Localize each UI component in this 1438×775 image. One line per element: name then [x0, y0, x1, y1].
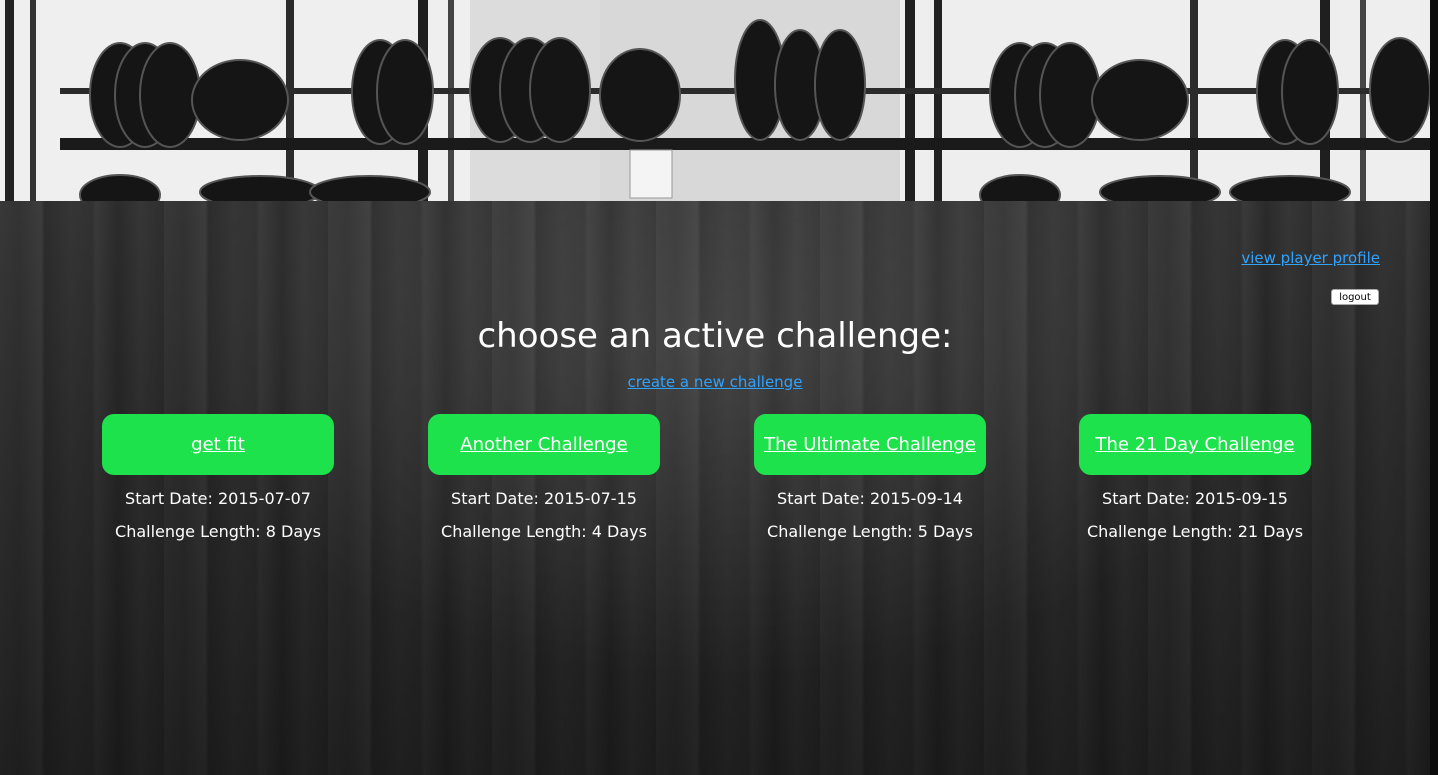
page-title: choose an active challenge:	[477, 316, 953, 356]
challenge-length-value: 8 Days	[265, 522, 321, 541]
start-date-row: Start Date: 2015-09-15	[1079, 489, 1311, 508]
challenge-length-value: 5 Days	[917, 522, 973, 541]
start-date-label: Start Date:	[1102, 489, 1190, 508]
start-date-label: Start Date:	[125, 489, 213, 508]
challenge-length-value: 4 Days	[591, 522, 647, 541]
start-date-label: Start Date:	[451, 489, 539, 508]
page-edge	[1430, 0, 1438, 775]
challenge-card: get fit Start Date: 2015-07-07 Challenge…	[102, 414, 334, 541]
challenge-length-row: Challenge Length: 8 Days	[102, 522, 334, 541]
view-player-profile-link[interactable]: view player profile	[1241, 249, 1380, 267]
challenge-length-label: Challenge Length:	[441, 522, 587, 541]
create-new-challenge-link[interactable]: create a new challenge	[628, 373, 803, 391]
create-link-row: create a new challenge	[0, 373, 1430, 391]
start-date-label: Start Date:	[777, 489, 865, 508]
challenge-button[interactable]: Another Challenge	[428, 414, 660, 475]
challenge-length-value: 21 Days	[1237, 522, 1304, 541]
page: view player profile logout choose an act…	[0, 0, 1438, 775]
start-date-row: Start Date: 2015-07-15	[428, 489, 660, 508]
challenge-length-label: Challenge Length:	[115, 522, 261, 541]
challenge-length-label: Challenge Length:	[1086, 522, 1233, 541]
start-date-value: 2015-07-07	[217, 489, 311, 508]
hero-banner-image	[0, 0, 1438, 201]
challenge-card: The Ultimate Challenge Start Date: 2015-…	[754, 414, 986, 541]
challenge-card: The 21 Day Challenge Start Date: 2015-09…	[1079, 414, 1311, 541]
challenge-length-row: Challenge Length: 21 Days	[1079, 522, 1311, 541]
start-date-value: 2015-07-15	[543, 489, 637, 508]
start-date-value: 2015-09-14	[869, 489, 963, 508]
start-date-row: Start Date: 2015-09-14	[754, 489, 986, 508]
logout-button[interactable]: logout	[1331, 289, 1379, 305]
challenge-length-row: Challenge Length: 4 Days	[428, 522, 660, 541]
challenge-card: Another Challenge Start Date: 2015-07-15…	[428, 414, 660, 541]
start-date-value: 2015-09-15	[1194, 489, 1288, 508]
start-date-row: Start Date: 2015-07-07	[102, 489, 334, 508]
challenge-length-label: Challenge Length:	[767, 522, 913, 541]
challenge-button[interactable]: The Ultimate Challenge	[754, 414, 986, 475]
challenge-button[interactable]: get fit	[102, 414, 334, 475]
challenge-length-row: Challenge Length: 5 Days	[754, 522, 986, 541]
challenge-button[interactable]: The 21 Day Challenge	[1079, 414, 1311, 475]
